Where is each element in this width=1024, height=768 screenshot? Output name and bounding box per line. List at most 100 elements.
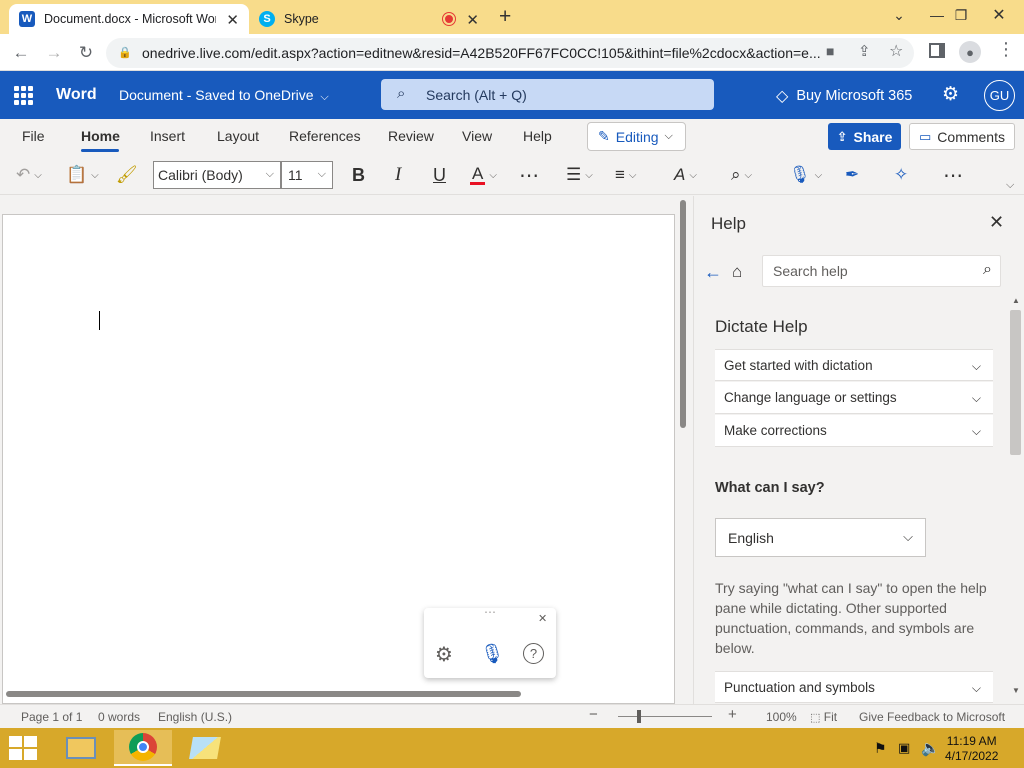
word-count[interactable]: 0 words	[98, 710, 140, 724]
help-scrollbar[interactable]	[1010, 310, 1021, 455]
fit-button[interactable]: ⬚ Fit	[810, 710, 837, 724]
font-name-select[interactable]: Calibri (Body) ⌵	[153, 161, 281, 189]
avatar[interactable]: GU	[984, 80, 1015, 111]
close-icon[interactable]: ✕	[538, 612, 547, 625]
close-tab-icon[interactable]: ✕	[226, 11, 239, 29]
editing-mode-button[interactable]: ✎ Editing ⌵	[587, 122, 686, 151]
settings-gear-icon[interactable]: ⚙	[942, 83, 959, 106]
restore-icon[interactable]: ❐	[946, 2, 976, 28]
font-size-select[interactable]: 11 ⌵	[281, 161, 333, 189]
buy-microsoft-365-button[interactable]: ◇ Buy Microsoft 365	[776, 86, 912, 106]
url-input[interactable]: 🔒 onedrive.live.com/edit.aspx?action=edi…	[106, 38, 914, 68]
more-menu-icon[interactable]: ⋮	[997, 39, 1015, 60]
forward-icon[interactable]: →	[41, 40, 67, 66]
vertical-scrollbar[interactable]	[680, 200, 686, 428]
share-page-icon[interactable]: ⇪	[858, 42, 871, 60]
accordion-change-language[interactable]: Change language or settings ⌵	[715, 382, 993, 414]
app-name[interactable]: Word	[56, 86, 97, 104]
drag-handle-icon[interactable]: ⋯	[484, 605, 496, 619]
tab-references[interactable]: References	[289, 128, 361, 144]
accordion-label: Change language or settings	[724, 390, 897, 405]
dictate-button[interactable]: 🎙 ⌵	[789, 163, 822, 187]
accordion-make-corrections[interactable]: Make corrections ⌵	[715, 415, 993, 447]
zoom-in-button[interactable]: +	[728, 706, 737, 723]
tab-insert[interactable]: Insert	[150, 128, 185, 144]
bullets-button[interactable]: ☰ ⌵	[566, 163, 593, 187]
tab-help[interactable]: Help	[523, 128, 552, 144]
chrome-icon[interactable]	[114, 730, 172, 766]
recording-icon	[443, 13, 455, 25]
back-arrow-icon[interactable]: ←	[704, 262, 722, 283]
tab-layout[interactable]: Layout	[217, 128, 259, 144]
close-window-icon[interactable]: ✕	[984, 2, 1014, 28]
tab-word-document[interactable]: W Document.docx - Microsoft Word ✕	[9, 4, 249, 34]
tab-view[interactable]: View	[462, 128, 492, 144]
reload-icon[interactable]: ↻	[73, 40, 99, 66]
scroll-up-icon[interactable]: ▲	[1012, 296, 1020, 305]
underline-button[interactable]: U	[433, 163, 446, 187]
chevron-down-icon: ⌵	[34, 169, 42, 181]
zoom-slider-thumb[interactable]	[637, 710, 641, 723]
find-button[interactable]: ⌕ ⌵	[731, 163, 752, 187]
close-icon[interactable]: ✕	[989, 212, 1004, 233]
help-description: Try saying "what can I say" to open the …	[715, 580, 987, 656]
bookmark-star-icon[interactable]: ☆	[889, 41, 903, 61]
flag-icon[interactable]: ⚑	[874, 740, 887, 757]
accordion-get-started[interactable]: Get started with dictation ⌵	[715, 349, 993, 381]
side-panel-icon[interactable]	[929, 43, 945, 58]
active-tab-indicator	[81, 149, 119, 152]
designer-button[interactable]: ✧	[894, 163, 908, 187]
expand-ribbon-icon[interactable]: ⌵	[1006, 179, 1014, 192]
horizontal-scrollbar[interactable]	[6, 691, 521, 697]
document-title[interactable]: Document - Saved to OneDrive ⌵	[119, 87, 329, 104]
zoom-slider[interactable]	[618, 716, 712, 717]
feedback-link[interactable]: Give Feedback to Microsoft	[859, 710, 1005, 724]
help-search-placeholder: Search help	[773, 263, 848, 279]
align-button[interactable]: ≡ ⌵	[615, 163, 637, 187]
back-icon[interactable]: ←	[8, 40, 34, 66]
language-select[interactable]: English ⌵	[715, 518, 926, 557]
comments-button[interactable]: ▭ Comments	[909, 123, 1015, 150]
font-color-button[interactable]: A ⌵	[470, 163, 497, 187]
home-icon[interactable]: ⌂	[732, 262, 742, 282]
search-icon[interactable]: ⌕	[983, 261, 992, 279]
network-icon[interactable]: ▣	[898, 740, 910, 756]
editor-button[interactable]: ✒	[845, 163, 859, 187]
paste-button[interactable]: 📋 ⌵	[66, 163, 99, 187]
tab-search-icon[interactable]: ⌄	[884, 2, 914, 28]
search-input[interactable]: ⌕ Search (Alt + Q)	[381, 79, 714, 110]
styles-button[interactable]: A ⌵	[674, 163, 697, 187]
tab-skype[interactable]: S Skype ✕	[249, 4, 489, 34]
help-icon[interactable]: ?	[523, 643, 544, 664]
more-options-icon[interactable]: ⋯	[943, 163, 963, 187]
gear-icon[interactable]: ⚙	[435, 642, 453, 667]
scroll-down-icon[interactable]: ▼	[1012, 686, 1020, 695]
camera-icon[interactable]: ■	[826, 43, 834, 59]
zoom-level[interactable]: 100%	[766, 710, 797, 724]
zoom-out-button[interactable]: −	[589, 706, 598, 723]
clock[interactable]: 11:19 AM 4/17/2022	[945, 734, 998, 764]
undo-button[interactable]: ↶ ⌵	[16, 163, 42, 187]
bold-button[interactable]: B	[352, 163, 365, 187]
app-launcher-icon[interactable]	[14, 86, 33, 105]
tab-review[interactable]: Review	[388, 128, 434, 144]
profile-icon[interactable]: ●	[959, 41, 981, 63]
start-icon[interactable]	[9, 736, 39, 760]
format-painter-button[interactable]: 🖌	[116, 163, 138, 187]
file-explorer-icon[interactable]	[52, 730, 110, 766]
help-search-input[interactable]: Search help ⌕	[762, 255, 1001, 287]
microphone-icon[interactable]: 🎙	[480, 642, 504, 666]
accordion-punctuation[interactable]: Punctuation and symbols ⌵	[715, 671, 993, 703]
close-tab-icon[interactable]: ✕	[466, 11, 479, 29]
chevron-down-icon: ⌵	[489, 169, 497, 181]
document-page[interactable]	[2, 214, 675, 704]
more-font-options-icon[interactable]: ⋯	[519, 163, 539, 187]
sticky-notes-icon[interactable]	[176, 730, 234, 766]
tab-home[interactable]: Home	[81, 128, 120, 144]
tab-file[interactable]: File	[22, 128, 45, 144]
new-tab-icon[interactable]: +	[499, 5, 511, 29]
volume-icon[interactable]: 🔈	[921, 739, 940, 757]
language-status[interactable]: English (U.S.)	[158, 710, 232, 724]
italic-button[interactable]: I	[395, 163, 401, 187]
share-button[interactable]: ⇪ Share	[828, 123, 901, 150]
